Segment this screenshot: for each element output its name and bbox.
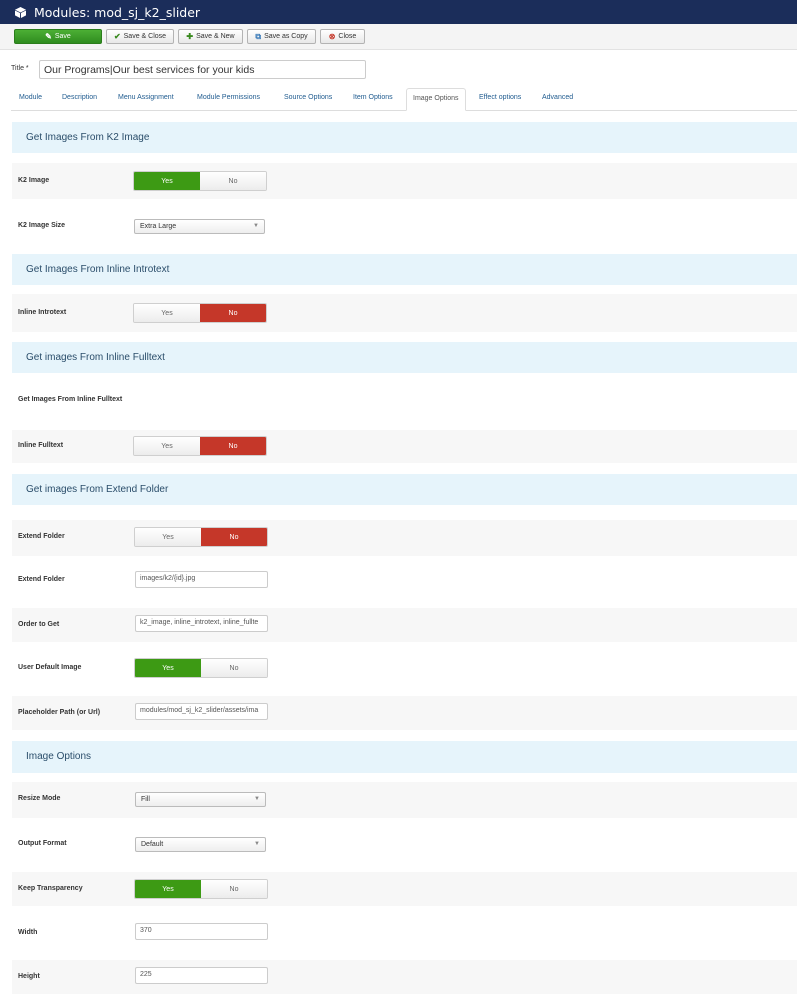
user-default-image-label: User Default Image (18, 664, 82, 671)
save-copy-button[interactable]: ⧉ Save as Copy (247, 29, 316, 44)
toggle-yes-option[interactable]: Yes (134, 437, 200, 455)
output-format-label: Output Format (18, 840, 67, 847)
save-close-button[interactable]: ✔ Save & Close (106, 29, 174, 44)
field-row-user-default-image: User Default Image Yes No (12, 651, 797, 687)
extend-folder-path-input[interactable]: images/k2/{id}.jpg (135, 571, 268, 588)
page-header: Modules: mod_sj_k2_slider (0, 0, 797, 24)
field-row-keep-transparency: Keep Transparency Yes No (12, 872, 797, 906)
field-row-output-format: Output Format Default ▼ (12, 827, 797, 863)
inline-fulltext-label: Inline Fulltext (18, 442, 64, 449)
section-extend-folder: Get images From Extend Folder (12, 474, 797, 505)
field-row-inline-introtext: Inline Introtext Yes No (12, 294, 797, 332)
fulltext-heading-label: Get Images From Inline Fulltext (18, 396, 123, 403)
toolbar: ✎ Save ✔ Save & Close ✚ Save & New ⧉ Sav… (0, 24, 797, 50)
tab-menu-assignment[interactable]: Menu Assignment (118, 94, 174, 101)
tab-description[interactable]: Description (62, 94, 97, 101)
dropdown-arrow-icon: ▼ (254, 841, 260, 847)
toggle-yes-option[interactable]: Yes (135, 528, 201, 546)
toggle-no-option[interactable]: No (200, 437, 266, 455)
k2-image-label: K2 Image (18, 177, 50, 184)
field-row-resize-mode: Resize Mode Fill ▼ (12, 782, 797, 818)
field-row-width: Width 370 (12, 916, 797, 950)
placeholder-path-label: Placeholder Path (or Url) (18, 709, 101, 716)
field-row-placeholder-path: Placeholder Path (or Url) modules/mod_sj… (12, 696, 797, 730)
toggle-yes-option[interactable]: Yes (134, 172, 200, 190)
section-image-options: Image Options (12, 741, 797, 773)
title-input[interactable] (39, 60, 366, 79)
close-icon: ⊗ (328, 32, 336, 41)
field-row-extend-folder-path: Extend Folder images/k2/{id}.jpg (12, 563, 797, 599)
edit-icon: ✎ (45, 32, 52, 41)
inline-introtext-toggle[interactable]: Yes No (133, 303, 267, 323)
toggle-no-option[interactable]: No (201, 880, 267, 898)
save-button[interactable]: ✎ Save (14, 29, 102, 44)
tab-image-options[interactable]: Image Options (406, 88, 466, 111)
toggle-no-option[interactable]: No (201, 528, 267, 546)
tab-module[interactable]: Module (19, 94, 42, 101)
keep-transparency-toggle[interactable]: Yes No (134, 879, 268, 899)
user-default-image-toggle[interactable]: Yes No (134, 658, 268, 678)
tab-effect-options[interactable]: Effect options (479, 94, 521, 101)
dropdown-arrow-icon: ▼ (254, 796, 260, 802)
toggle-yes-option[interactable]: Yes (134, 304, 200, 322)
tab-item-options[interactable]: Item Options (353, 94, 393, 101)
inline-fulltext-toggle[interactable]: Yes No (133, 436, 267, 456)
tab-module-permissions[interactable]: Module Permissions (197, 94, 260, 101)
resize-mode-label: Resize Mode (18, 795, 61, 802)
page-title: Modules: mod_sj_k2_slider (34, 4, 201, 20)
field-row-fulltext-heading: Get Images From Inline Fulltext (12, 385, 797, 425)
field-row-height: Height 225 (12, 960, 797, 994)
save-new-button[interactable]: ✚ Save & New (178, 29, 243, 44)
width-input[interactable]: 370 (135, 923, 268, 940)
placeholder-path-input[interactable]: modules/mod_sj_k2_slider/assets/ima (135, 703, 268, 720)
plus-icon: ✚ (186, 32, 194, 41)
resize-mode-select[interactable]: Fill ▼ (135, 792, 266, 807)
order-to-get-label: Order to Get (18, 621, 60, 628)
order-to-get-input[interactable]: k2_image, inline_introtext, inline_fullt… (135, 615, 268, 632)
extend-folder-toggle-label: Extend Folder (18, 533, 65, 540)
toggle-no-option[interactable]: No (201, 659, 267, 677)
extend-folder-path-label: Extend Folder (18, 576, 65, 583)
section-inline-fulltext: Get images From Inline Fulltext (12, 342, 797, 373)
toggle-yes-option[interactable]: Yes (135, 659, 201, 677)
height-label: Height (18, 973, 40, 980)
height-input[interactable]: 225 (135, 967, 268, 984)
field-row-inline-fulltext: Inline Fulltext Yes No (12, 430, 797, 463)
toggle-no-option[interactable]: No (200, 304, 266, 322)
extend-folder-toggle[interactable]: Yes No (134, 527, 268, 547)
field-row-k2-image: K2 Image Yes No (12, 163, 797, 199)
output-format-select[interactable]: Default ▼ (135, 837, 266, 852)
tab-source-options[interactable]: Source Options (284, 94, 332, 101)
check-icon: ✔ (113, 32, 121, 41)
field-row-order-to-get: Order to Get k2_image, inline_introtext,… (12, 608, 797, 642)
section-k2-image: Get Images From K2 Image (12, 122, 797, 153)
k2-image-size-select[interactable]: Extra Large ▼ (134, 219, 265, 234)
k2-image-size-label: K2 Image Size (18, 222, 66, 229)
copy-icon: ⧉ (255, 31, 262, 41)
section-inline-introtext: Get Images From Inline Introtext (12, 254, 797, 285)
width-label: Width (18, 929, 38, 936)
close-button[interactable]: ⊗ Close (320, 29, 365, 44)
toggle-no-option[interactable]: No (200, 172, 266, 190)
tab-advanced[interactable]: Advanced (542, 94, 573, 101)
inline-introtext-label: Inline Introtext (18, 309, 67, 316)
dropdown-arrow-icon: ▼ (253, 223, 259, 229)
k2-image-toggle[interactable]: Yes No (133, 171, 267, 191)
toggle-yes-option[interactable]: Yes (135, 880, 201, 898)
field-row-extend-folder-toggle: Extend Folder Yes No (12, 520, 797, 556)
tab-bar: Module Description Menu Assignment Modul… (11, 88, 797, 111)
title-label: Title * (11, 65, 29, 72)
keep-transparency-label: Keep Transparency (18, 885, 83, 892)
field-row-k2-image-size: K2 Image Size Extra Large ▼ (12, 209, 797, 245)
cube-icon (15, 6, 26, 18)
